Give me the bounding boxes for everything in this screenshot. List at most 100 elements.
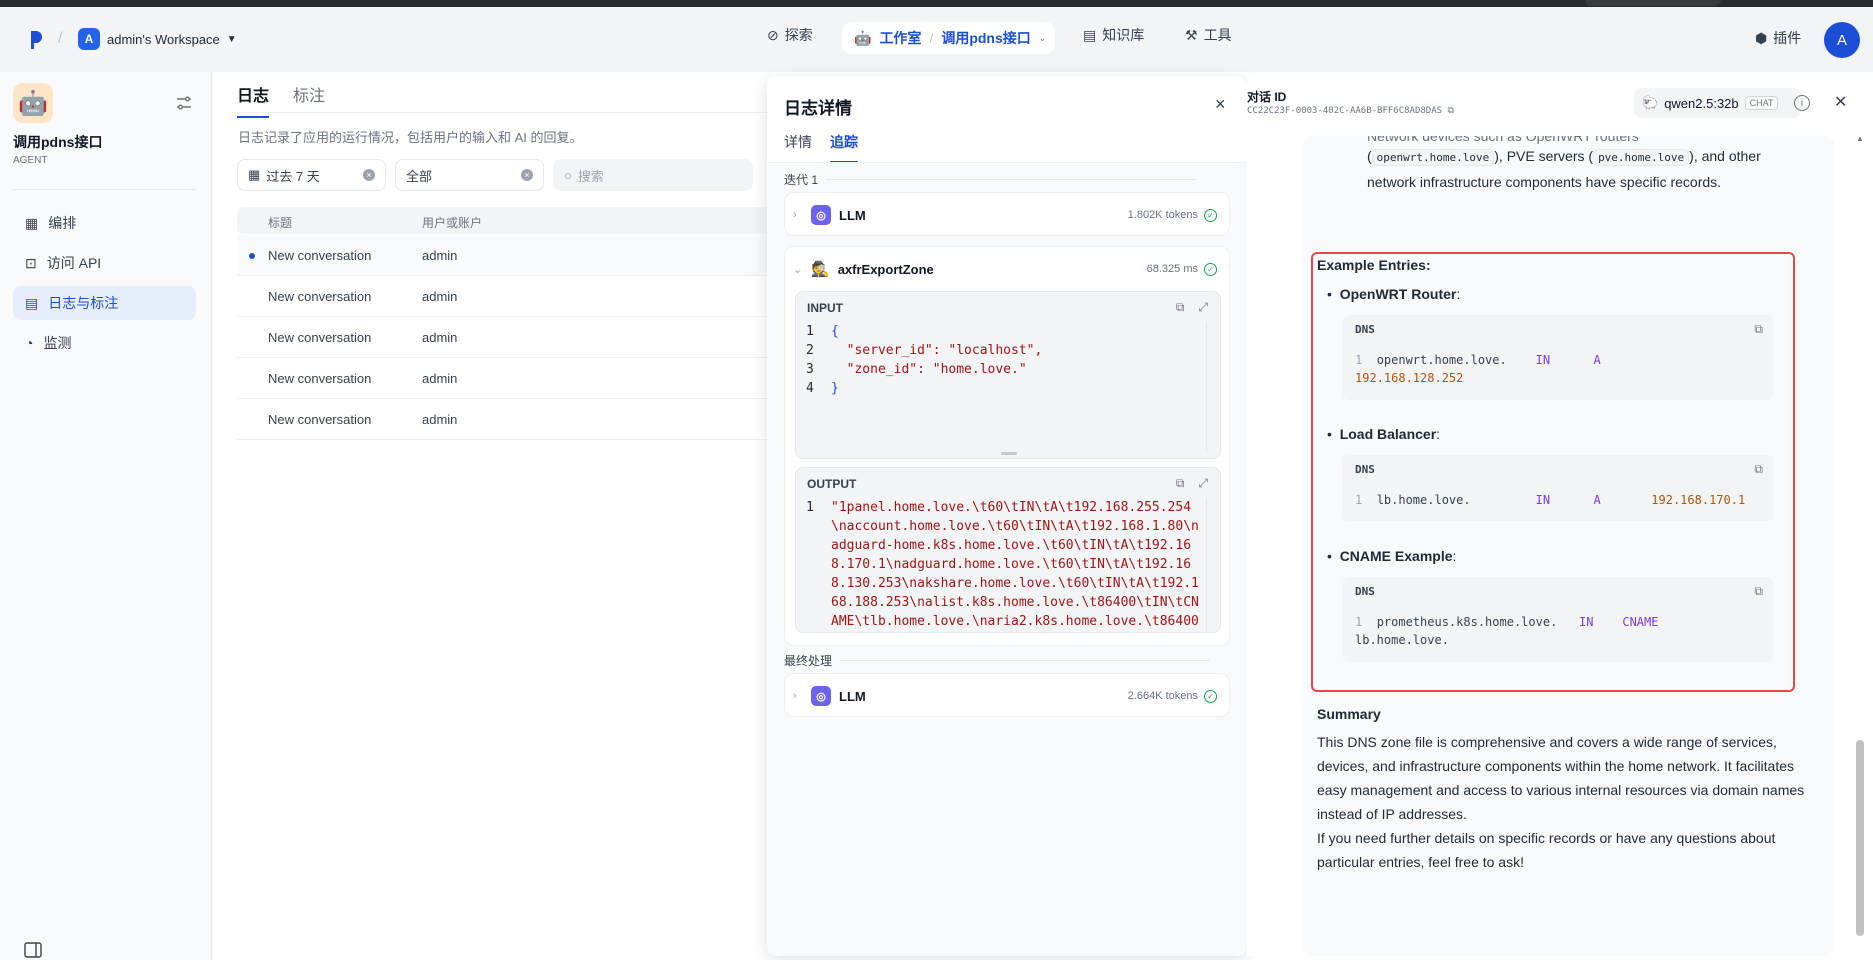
clear-icon[interactable]: × [363, 169, 375, 181]
model-selector[interactable]: 🐑 qwen2.5:32b CHAT [1634, 88, 1801, 118]
sidebar-item-orchestrate[interactable]: ▦ 编排 [13, 206, 196, 240]
tab-detail[interactable]: 详情 [784, 132, 812, 163]
sliders-icon[interactable] [176, 96, 192, 113]
bullet-title: CNAME Example [1339, 548, 1453, 564]
app-type: AGENT [13, 155, 48, 166]
node-header: › ◎ LLM 2.664K tokens ✓ [785, 674, 1229, 718]
dns-host: prometheus.k8s.home.love. [1376, 615, 1558, 629]
dns-value: lb.home.love. [1355, 633, 1449, 647]
conversation-panel: 对话 ID CC22C23F-0003-402C-AA6B-BFF6C8AD8D… [1247, 76, 1873, 956]
dns-code-block: DNS ⧉ 1 lb.home.love. IN A 192.168.170.1 [1343, 455, 1773, 521]
inline-code: openwrt.home.love [1371, 149, 1495, 166]
node-header[interactable]: ⌄ 🕵 axfrExportZone 68.325 ms ✓ [785, 247, 1229, 291]
input-scrollbar[interactable] [1206, 322, 1220, 452]
token-count: 2.664K tokens [1127, 690, 1198, 702]
user-avatar[interactable]: A [1824, 22, 1860, 58]
final-processing-label: 最终处理 [784, 652, 1211, 669]
tab-trace[interactable]: 追踪 [830, 132, 858, 163]
text-fragment: ( [1367, 148, 1372, 164]
sidebar: 🤖 调用pdns接口 AGENT ▦ 编排 ⊡ 访问 API ▤ 日志与标注 ◔… [0, 72, 212, 960]
sidebar-item-api[interactable]: ⊡ 访问 API [13, 246, 196, 280]
copy-icon[interactable]: ⧉ [1448, 106, 1454, 116]
dns-class: IN [1535, 353, 1551, 367]
nav-studio[interactable]: 🤖 工作室 / 调用pdns接口 ⌄ [842, 22, 1055, 54]
trace-node-llm[interactable]: › ◎ LLM 1.802K tokens ✓ [784, 192, 1230, 236]
copy-icon[interactable]: ⧉ [1754, 322, 1763, 337]
node-meta: 2.664K tokens ✓ [1127, 689, 1217, 703]
node-meta: 68.325 ms ✓ [1147, 262, 1217, 276]
logs-description: 日志记录了应用的运行情况，包括用户的输入和 AI 的回复。 [238, 130, 583, 145]
code-lang-label: DNS [1355, 463, 1375, 476]
row-user: admin [422, 248, 458, 263]
chevron-right-icon[interactable]: › [793, 690, 803, 702]
search-input[interactable]: ○ 搜索 [553, 159, 753, 191]
nav-app-label[interactable]: 调用pdns接口 [941, 28, 1030, 48]
period-filter[interactable]: ▦ 过去 7 天 × [237, 159, 386, 191]
expand-icon[interactable]: ⤢ [1198, 476, 1208, 491]
trace-node-llm-final[interactable]: › ◎ LLM 2.664K tokens ✓ [784, 673, 1230, 717]
line-number: 3 [806, 362, 814, 377]
bullet-colon: : [1456, 286, 1461, 302]
panel-tabs: 详情 追踪 [784, 132, 858, 163]
final-label-text: 最终处理 [784, 654, 833, 668]
bullet-openwrt: • OpenWRT Router: [1327, 286, 1461, 302]
app-name: 调用pdns接口 [13, 134, 103, 150]
breadcrumb-slash: / [929, 30, 934, 46]
chevron-right-icon[interactable]: › [793, 209, 803, 221]
info-icon[interactable]: i [1794, 95, 1810, 111]
sidebar-item-logs[interactable]: ▤ 日志与标注 [13, 286, 196, 320]
output-code[interactable]: 1 "1panel.home.love.\t60\tIN\tA\t192.168… [796, 498, 1206, 632]
scroll-up-icon[interactable]: ▲ [1856, 134, 1864, 143]
plugins-button[interactable]: ⬢ 插件 [1755, 28, 1801, 48]
copy-icon[interactable]: ⧉ [1176, 476, 1185, 491]
node-header: › ◎ LLM 1.802K tokens ✓ [785, 193, 1229, 237]
dns-value: 192.168.170.1 [1651, 493, 1746, 507]
sidebar-item-label: 日志与标注 [48, 295, 119, 311]
tool-icon: 🕵 [811, 261, 830, 278]
nav-tools[interactable]: ⚒ 工具 [1185, 25, 1232, 45]
terminal-icon: ⊡ [25, 254, 37, 271]
dns-code-block: DNS ⧉ 1 openwrt.home.love. IN A 192.168.… [1343, 315, 1773, 400]
token-count: 1.802K tokens [1127, 209, 1198, 221]
scrollbar-thumb[interactable] [1856, 740, 1864, 936]
copy-icon[interactable]: ⧉ [1754, 584, 1763, 599]
line-number: 4 [806, 381, 814, 396]
inline-code: pve.home.love [1593, 149, 1690, 166]
nav-knowledge[interactable]: ▤ 知识库 [1083, 25, 1144, 45]
browser-strip-pill [1585, 0, 1721, 6]
resize-handle[interactable] [1001, 452, 1017, 455]
row-title: New conversation [268, 330, 372, 345]
closing-paragraph: If you need further details on specific … [1317, 830, 1776, 870]
input-code[interactable]: 1 2 3 4 { "server_id": "localhost", "zon… [796, 322, 1206, 458]
dns-class: IN [1535, 493, 1551, 507]
copy-icon[interactable]: ⧉ [1754, 462, 1763, 477]
row-title: New conversation [268, 371, 372, 386]
copy-icon[interactable]: ⧉ [1176, 300, 1185, 315]
close-icon[interactable]: × [1215, 94, 1226, 115]
model-logo-icon: 🐑 [1642, 95, 1659, 110]
close-icon[interactable]: ✕ [1834, 92, 1847, 112]
line-number: 1 [1355, 353, 1363, 367]
example-heading: Example Entries: [1317, 257, 1431, 273]
conversation-id-text: CC22C23F-0003-402C-AA6B-BFF6C8AD8DAS [1247, 106, 1443, 116]
layout-icon: ▦ [25, 214, 39, 231]
workspace-switcher[interactable]: A admin's Workspace ▼ [78, 28, 237, 50]
node-name: LLM [839, 207, 866, 223]
nav-explore[interactable]: ⊘ 探索 [767, 25, 813, 45]
row-user: admin [422, 412, 458, 427]
chevron-down-icon[interactable]: ⌄ [793, 263, 803, 276]
success-icon: ✓ [1204, 689, 1217, 703]
output-scrollbar[interactable] [1206, 498, 1220, 632]
summary-paragraph: This DNS zone file is comprehensive and … [1317, 734, 1805, 822]
clear-icon[interactable]: × [521, 169, 533, 181]
gauge-icon: ◔ [25, 335, 34, 351]
sidebar-item-monitoring[interactable]: ◔ 监测 [13, 326, 196, 360]
status-filter[interactable]: 全部 × [395, 159, 544, 191]
sidebar-collapse-icon[interactable] [24, 942, 42, 960]
plugins-label: 插件 [1773, 30, 1802, 46]
chat-scrollbar[interactable]: ▲ [1853, 134, 1867, 956]
row-title: New conversation [268, 289, 372, 304]
expand-icon[interactable]: ⤢ [1198, 300, 1208, 315]
nav-tools-label: 工具 [1203, 27, 1232, 43]
dify-logo-icon[interactable] [30, 29, 42, 51]
